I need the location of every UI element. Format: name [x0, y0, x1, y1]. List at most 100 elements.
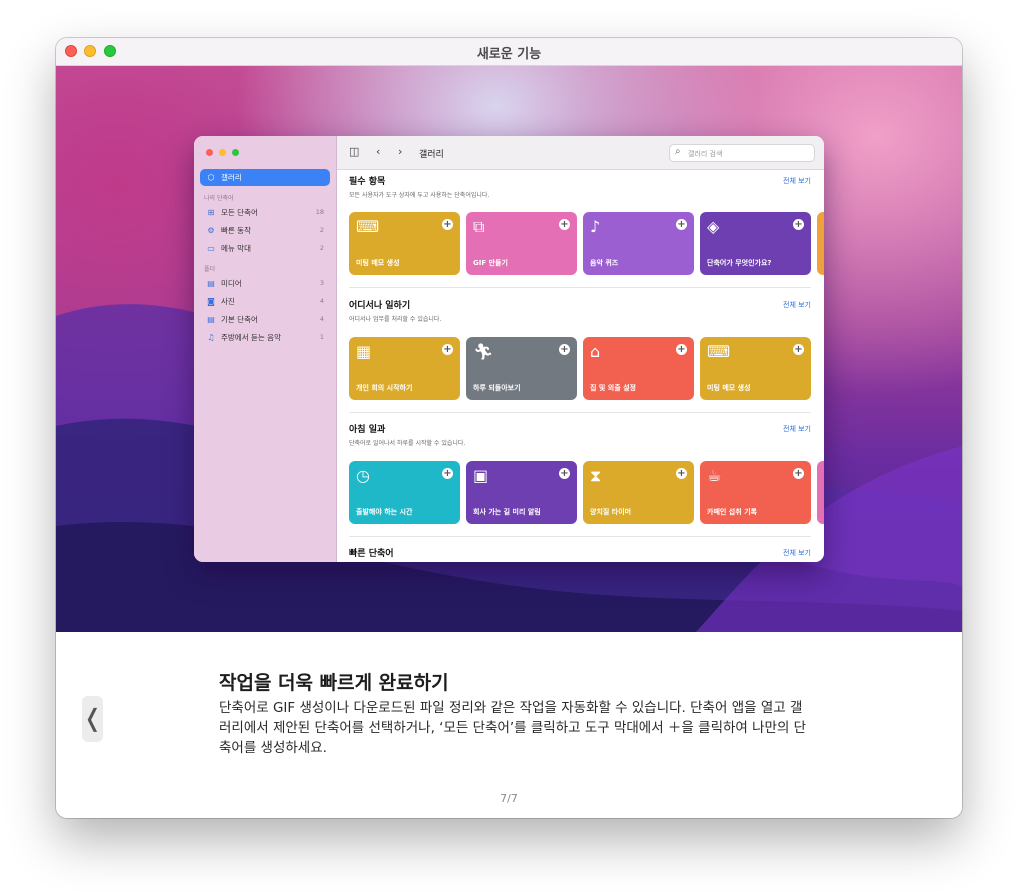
card-label: 미팅 메모 생성: [707, 384, 751, 392]
sidebar-item-menu-bar: ▭ 메뉴 막대 2: [206, 241, 324, 255]
previous-page-button[interactable]: ❬: [82, 696, 103, 742]
inner-zoom-dot: [232, 149, 239, 156]
sidebar-item-count: 2: [319, 226, 324, 234]
add-icon: +: [442, 468, 453, 479]
card-label: 미팅 메모 생성: [356, 259, 400, 267]
shortcut-card: ♪ + 음악 퀴즈: [583, 212, 694, 275]
back-chevron-icon: ‹: [376, 145, 381, 158]
add-icon: +: [559, 219, 570, 230]
add-icon: +: [559, 344, 570, 355]
sidebar-item-label: 미디어: [221, 278, 242, 288]
see-all-link: 전체 보기: [783, 177, 811, 185]
sidebar-item-label: 주방에서 듣는 음악: [221, 332, 281, 342]
shortcut-card-partial: [817, 461, 824, 524]
grid-icon: ⊞: [207, 207, 215, 217]
folder-icon: ▤: [207, 314, 215, 324]
music-note-icon: ♫: [207, 332, 215, 342]
sidebar-item-count: 18: [315, 208, 324, 216]
section-subtitle: 단축어로 일어나서 하루를 시작할 수 있습니다.: [349, 440, 466, 447]
running-icon: 🏃︎: [473, 342, 494, 361]
photos-icon: ⧉: [473, 217, 485, 236]
card-label: 집 및 외출 설정: [590, 384, 636, 392]
sidebar-item-media: ▤ 미디어 3: [206, 276, 324, 290]
sidebar-item-label: 갤러리: [221, 172, 242, 182]
sidebar-item-all-shortcuts: ⊞ 모든 단축어 18: [206, 205, 324, 219]
music-list-icon: ♪: [590, 217, 601, 236]
sidebar-item-count: 3: [319, 279, 324, 287]
keyboard-icon: ⌨: [356, 217, 380, 236]
sidebar-item-photos: ◙ 사진 4: [206, 294, 324, 308]
camera-icon: ◙: [207, 296, 215, 306]
shortcut-card: ▦ + 개인 회의 시작하기: [349, 337, 460, 400]
card-label: 양치질 타이머: [590, 508, 632, 516]
inner-minimize-dot: [219, 149, 226, 156]
window-title: 새로운 기능: [476, 47, 542, 62]
see-all-link: 전체 보기: [783, 425, 811, 433]
section-divider: [349, 412, 811, 413]
card-label: 회사 가는 길 미리 알림: [473, 508, 541, 516]
sidebar-item-label: 사진: [221, 296, 235, 306]
keyboard-icon: ⌨: [707, 342, 731, 361]
shortcut-card: ▣ + 회사 가는 길 미리 알림: [466, 461, 577, 524]
shortcut-card: ⌨ + 미팅 메모 생성: [349, 212, 460, 275]
shortcut-card: ◈ + 단축어가 무엇인가요?: [700, 212, 811, 275]
shortcut-card: ⌨ + 미팅 메모 생성: [700, 337, 811, 400]
sidebar-section-my-shortcuts: 나의 단축어: [204, 195, 234, 202]
gallery-search-field: ⌕ 갤러리 검색: [669, 144, 815, 162]
card-label: 카페인 섭취 기록: [707, 508, 757, 516]
feature-headline: 작업을 더욱 빠르게 완료하기: [219, 672, 449, 694]
add-icon: +: [676, 468, 687, 479]
coffee-icon: ☕︎: [707, 466, 722, 485]
sidebar-item-label: 빠른 동작: [221, 225, 251, 235]
shortcut-card: ⌂ + 집 및 외출 설정: [583, 337, 694, 400]
feature-body-text: 단축어로 GIF 생성이나 다운로드된 파일 정리와 같은 작업을 자동화할 수…: [219, 700, 807, 756]
gear-icon: ⚙: [207, 225, 215, 235]
sidebar-item-label: 모든 단축어: [221, 207, 258, 217]
card-label: 단축어가 무엇인가요?: [707, 259, 772, 267]
search-icon: ⌕: [675, 146, 681, 157]
sidebar-item-label: 기본 단축어: [221, 314, 258, 324]
layers-icon: ◈: [707, 217, 720, 236]
sidebar-item-label: 메뉴 막대: [221, 243, 251, 253]
shortcuts-app-screenshot: ⬡ 갤러리 나의 단축어 ⊞ 모든 단축어 18 ⚙ 빠른 동작 2 ▭ 메뉴 …: [194, 136, 824, 562]
add-icon: +: [676, 344, 687, 355]
sidebar-item-quick-actions: ⚙ 빠른 동작 2: [206, 223, 324, 237]
hero-image: ⬡ 갤러리 나의 단축어 ⊞ 모든 단축어 18 ⚙ 빠른 동작 2 ▭ 메뉴 …: [56, 66, 962, 632]
hourglass-icon: ⧗: [590, 466, 602, 485]
home-icon: ⌂: [590, 342, 601, 361]
sidebar-item-count: 2: [319, 244, 324, 252]
add-icon: +: [442, 219, 453, 230]
add-icon: +: [442, 344, 453, 355]
see-all-link: 전체 보기: [783, 301, 811, 309]
briefcase-icon: ▣: [473, 466, 489, 485]
shortcut-card: ⧉ + GIF 만들기: [466, 212, 577, 275]
sidebar-section-folders: 폴더: [204, 266, 216, 273]
sidebar-item-count: 1: [319, 333, 324, 341]
shortcut-card: ⧗ + 양치질 타이머: [583, 461, 694, 524]
shortcut-card-partial: [817, 212, 824, 275]
section-subtitle: 모든 사용자가 도구 상자에 두고 사용하는 단축어입니다.: [349, 192, 490, 199]
card-label: 하루 되돌아보기: [473, 384, 521, 392]
sidebar-item-count: 4: [319, 315, 324, 323]
add-icon: +: [793, 344, 804, 355]
search-placeholder: 갤러리 검색: [688, 150, 723, 158]
sidebar-toggle-icon: ◫: [349, 145, 360, 158]
add-icon: +: [559, 468, 570, 479]
section-title: 아침 일과: [349, 425, 386, 435]
card-label: 출발해야 하는 시간: [356, 508, 413, 516]
sidebar-item-kitchen-music: ♫ 주방에서 듣는 음악 1: [206, 330, 324, 344]
shortcut-card: 🏃︎ + 하루 되돌아보기: [466, 337, 577, 400]
gallery-content: ◫ ‹ › 갤러리 ⌕ 갤러리 검색 필수 항목 전체 보기 모든 사용자가 도…: [337, 136, 824, 562]
see-all-link: 전체 보기: [783, 549, 811, 557]
card-label: GIF 만들기: [473, 259, 508, 267]
toolbar-title: 갤러리: [419, 150, 444, 160]
forward-chevron-icon: ›: [398, 145, 403, 158]
shortcut-card: ☕︎ + 카페인 섭취 기록: [700, 461, 811, 524]
section-title: 빠른 단축어: [349, 549, 394, 559]
title-bar: 새로운 기능: [56, 38, 962, 66]
sidebar-item-gallery-row: ⬡ 갤러리: [206, 170, 324, 184]
menu-bar-icon: ▭: [207, 243, 215, 253]
section-title: 필수 항목: [349, 177, 386, 187]
inner-close-dot: [206, 149, 213, 156]
feature-description: ❬ 작업을 더욱 빠르게 완료하기 단축어로 GIF 생성이나 다운로드된 파일…: [56, 632, 962, 818]
